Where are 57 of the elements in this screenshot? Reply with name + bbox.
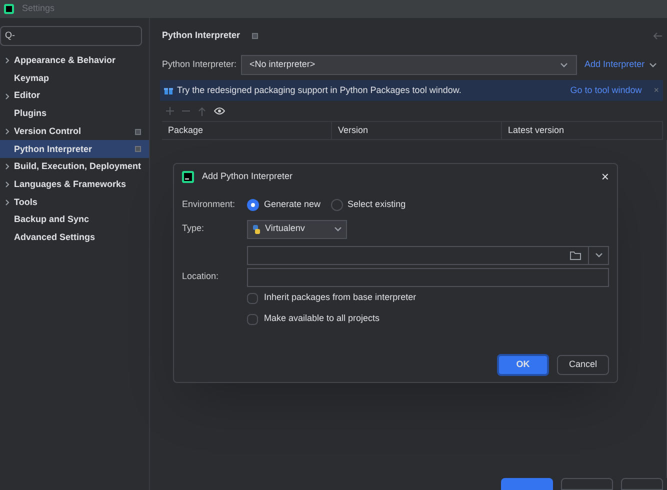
chevron-icon [560, 61, 568, 69]
radio-label[interactable]: Generate new [264, 198, 321, 212]
window-title: Settings [22, 2, 55, 16]
app-logo-icon [4, 4, 14, 14]
sidebar-item[interactable]: Backup and Sync [0, 211, 149, 229]
project-marker-icon [135, 128, 141, 135]
sidebar-item[interactable]: Version Control [0, 122, 149, 140]
sidebar-item[interactable]: Tools [0, 194, 149, 212]
column-header[interactable]: Latest version [502, 122, 663, 139]
cancel-button[interactable]: Cancel [557, 355, 609, 375]
go-to-tool-window-link[interactable]: Go to tool window [570, 84, 642, 98]
checkbox[interactable] [247, 314, 258, 324]
app-logo-icon [182, 170, 194, 182]
upgrade-icon[interactable] [198, 106, 206, 116]
project-marker-icon [252, 32, 258, 38]
radio-label[interactable]: Select existing [348, 198, 406, 212]
interpreter-dropdown[interactable]: <No interpreter> [240, 55, 577, 75]
sidebar-item[interactable]: Build, Execution, Deployment [0, 158, 149, 176]
sidebar-item[interactable]: Keymap [0, 70, 149, 88]
close-icon[interactable]: × [601, 166, 609, 186]
banner-text: Try the redesigned packaging support in Python Packages tool window. [177, 84, 462, 97]
add-interpreter-link[interactable]: Add Interpreter [584, 58, 645, 72]
sidebar-item[interactable]: Plugins [0, 105, 149, 123]
search-field[interactable]: Q- [0, 26, 142, 46]
project-marker-icon [135, 146, 141, 152]
apply-button[interactable] [621, 478, 663, 490]
eye-icon[interactable] [214, 107, 225, 115]
gift-icon [164, 86, 173, 95]
column-header[interactable]: Version [332, 122, 502, 139]
back-arrow-icon[interactable] [653, 32, 663, 40]
folder-icon[interactable] [570, 250, 581, 260]
chevron-icon [648, 61, 657, 69]
checkbox[interactable] [247, 292, 258, 304]
radio-button[interactable] [330, 199, 343, 211]
page-title: Python Interpreter [162, 28, 240, 42]
sidebar-item[interactable]: Languages & Frameworks [0, 176, 149, 194]
chevron-icon [334, 225, 342, 233]
sidebar-item[interactable]: Advanced Settings [0, 228, 149, 247]
location-label: Location: [182, 270, 220, 284]
base-interpreter-field[interactable] [247, 246, 609, 264]
type-label: Type: [182, 222, 206, 236]
python-logo-icon [252, 224, 261, 234]
add-icon[interactable] [166, 107, 174, 115]
interpreter-label: Python Interpreter: [162, 58, 237, 72]
environment-label: Environment: [182, 198, 236, 212]
cancel-button[interactable] [561, 478, 613, 490]
sidebar-item[interactable]: Appearance & Behavior [0, 52, 149, 70]
dialog-title: Add Python Interpreter [202, 170, 294, 183]
radio-button[interactable] [247, 199, 259, 211]
location-field[interactable] [247, 268, 609, 286]
checkbox-label[interactable]: Make available to all projects [264, 312, 380, 326]
checkbox-label[interactable]: Inherit packages from base interpreter [264, 291, 416, 305]
column-header[interactable]: Package [162, 122, 332, 139]
chevron-icon [594, 251, 602, 259]
sidebar-item[interactable]: Python Interpreter [0, 140, 149, 158]
type-dropdown[interactable]: Virtualenv [247, 220, 347, 238]
sidebar-item[interactable]: Editor [0, 87, 149, 106]
